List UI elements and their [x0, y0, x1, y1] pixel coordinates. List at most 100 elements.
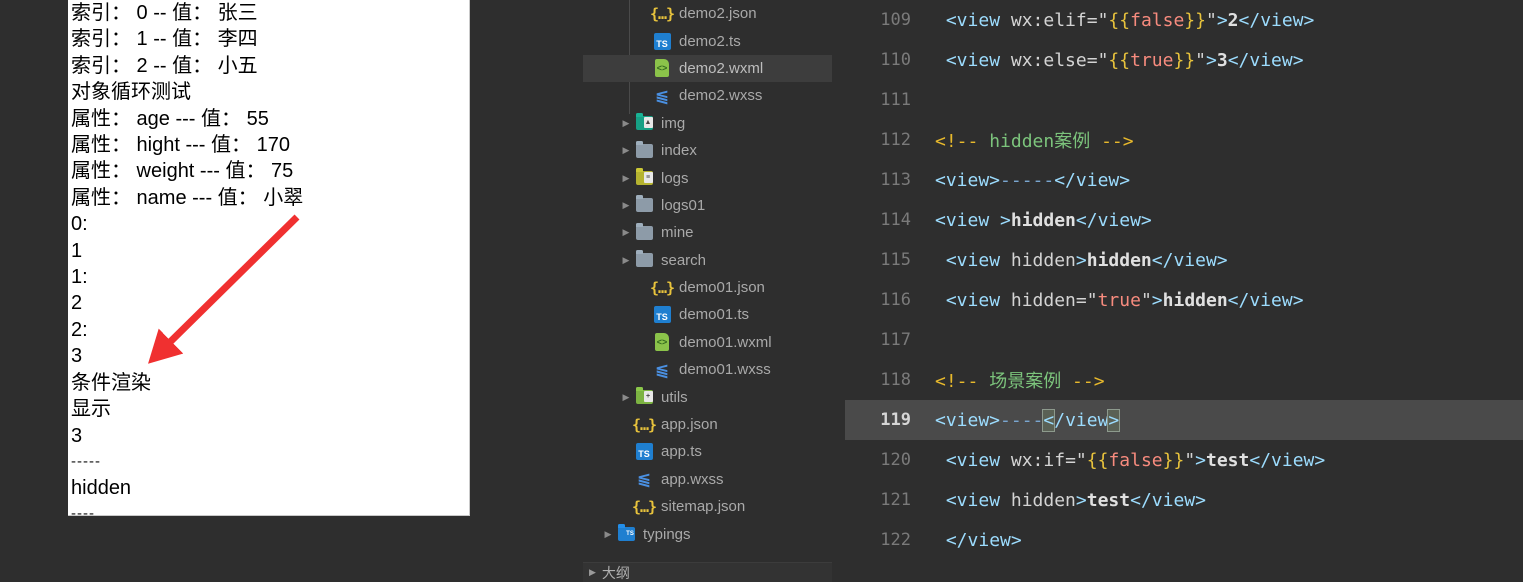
code-token: true: [1097, 289, 1141, 311]
code-token: {{: [1108, 9, 1131, 31]
code-line-text[interactable]: <view hidden="true">hidden</view>: [923, 290, 1304, 311]
file-tree-row-demo2-wxss[interactable]: ▶⫹demo2.wxss: [583, 82, 832, 109]
code-token: =: [1086, 9, 1098, 31]
line-number: 116: [880, 290, 911, 310]
file-tree-row-label: app.json: [661, 416, 718, 434]
code-line-text[interactable]: <view hidden>hidden</view>: [923, 250, 1228, 271]
file-tree-row-demo01-wxss[interactable]: ▶⫹demo01.wxss: [583, 356, 832, 383]
code-line-121[interactable]: 121 <view hidden>test</view>: [845, 480, 1523, 520]
code-line-120[interactable]: 120 <view wx:if="{{false}}">test</view>: [845, 440, 1523, 480]
simulator-output-line: 索引： 0 -- 值： 张三: [71, 2, 258, 24]
code-token: </view>: [1249, 449, 1326, 471]
code-token: {{: [1086, 449, 1109, 471]
wxss-icon: ⫹: [654, 359, 670, 380]
code-token: </view>: [1227, 289, 1304, 311]
code-token: {{: [1108, 49, 1131, 71]
code-token: </view>: [1054, 169, 1131, 191]
chevron-right-icon[interactable]: ▶: [619, 173, 633, 184]
code-line-117[interactable]: 117: [845, 320, 1523, 360]
code-token: >: [1151, 289, 1163, 311]
code-line-text[interactable]: <view wx:if="{{false}}">test</view>: [923, 450, 1325, 471]
file-tree-row-index[interactable]: ▶ index: [583, 137, 832, 164]
folder-image-icon: ▲: [633, 114, 655, 132]
file-tree-row-demo01-json[interactable]: ▶{…}demo01.json: [583, 274, 832, 301]
file-tree-row-demo01-ts[interactable]: ▶TSdemo01.ts: [583, 301, 832, 328]
file-tree-row-utils[interactable]: ▶ + utils: [583, 383, 832, 410]
chevron-right-icon[interactable]: ▶: [619, 392, 633, 403]
code-line-111[interactable]: 111: [845, 80, 1523, 120]
code-line-122[interactable]: 122 </view>: [845, 520, 1523, 560]
chevron-right-icon[interactable]: ▶: [619, 118, 633, 129]
chevron-right-icon[interactable]: ▶: [619, 227, 633, 238]
file-tree-row-app-wxss[interactable]: ▶⫹app.wxss: [583, 466, 832, 493]
code-token: ----: [1000, 409, 1044, 431]
code-line-text[interactable]: <view wx:else="{{true}}">3</view>: [923, 50, 1304, 71]
code-line-text[interactable]: <view>-----</view>: [923, 170, 1130, 191]
line-number: 121: [880, 490, 911, 510]
code-line-text[interactable]: <!-- 场景案例 -->: [923, 367, 1105, 393]
simulator-output-line: 条件渲染: [71, 371, 151, 394]
chevron-right-icon[interactable]: ▶: [619, 255, 633, 266]
code-line-text[interactable]: <view >hidden</view>: [923, 210, 1152, 231]
file-tree-row-demo2-wxml[interactable]: ▶<>demo2.wxml: [583, 54, 832, 83]
file-tree-row-app-ts[interactable]: ▶TSapp.ts: [583, 438, 832, 465]
line-number: 114: [880, 210, 911, 230]
code-token: test: [1206, 449, 1250, 471]
outline-panel-header[interactable]: ▶ 大纲: [583, 562, 832, 582]
code-line-text[interactable]: </view>: [923, 530, 1022, 551]
code-line-110[interactable]: 110 <view wx:else="{{true}}">3</view>: [845, 40, 1523, 80]
code-line-119[interactable]: 119 <view>----</view>: [845, 400, 1523, 440]
code-line-114[interactable]: 114 <view >hidden</view>: [845, 200, 1523, 240]
folder-log-icon: ≡: [633, 169, 655, 187]
code-line-109[interactable]: 109 <view wx:elif="{{false}}">2</view>: [845, 0, 1523, 40]
file-tree-row-demo2-ts[interactable]: ▶TSdemo2.ts: [583, 27, 832, 54]
file-tree-row-logs01[interactable]: ▶ logs01: [583, 192, 832, 219]
file-tree-row-search[interactable]: ▶ search: [583, 247, 832, 274]
code-line-116[interactable]: 116 <view hidden="true">hidden</view>: [845, 280, 1523, 320]
json-icon: {…}: [631, 497, 657, 516]
file-tree-row-app-json[interactable]: ▶{…}app.json: [583, 411, 832, 438]
line-number: 118: [880, 370, 911, 390]
file-tree-row-sitemap-json[interactable]: ▶{…}sitemap.json: [583, 493, 832, 520]
file-tree-row-demo01-wxml[interactable]: ▶<>demo01.wxml: [583, 329, 832, 356]
code-line-list[interactable]: 109 <view wx:elif="{{false}}">2</view> 11…: [845, 0, 1523, 560]
file-tree-row-label: demo2.json: [679, 5, 757, 23]
code-token: hidden: [1010, 289, 1076, 311]
file-tree-row-label: logs01: [661, 196, 706, 214]
simulator-output-line: 属性： age --- 值： 55: [71, 107, 269, 130]
code-line-text[interactable]: <view hidden>test</view>: [923, 490, 1206, 511]
file-explorer-panel[interactable]: ▶{…}demo2.json▶TSdemo2.ts▶<>demo2.wxml▶⫹…: [583, 0, 832, 582]
chevron-right-icon[interactable]: ▶: [589, 567, 596, 578]
file-tree-row-mine[interactable]: ▶ mine: [583, 219, 832, 246]
chevron-right-icon[interactable]: ▶: [619, 145, 633, 156]
file-tree-list[interactable]: ▶{…}demo2.json▶TSdemo2.ts▶<>demo2.wxml▶⫹…: [583, 0, 832, 548]
code-line-118[interactable]: 118 <!-- 场景案例 -->: [845, 360, 1523, 400]
line-number: 111: [880, 90, 911, 110]
code-token: </view>: [945, 529, 1022, 551]
code-line-text[interactable]: <view wx:elif="{{false}}">2</view>: [923, 9, 1315, 31]
simulator-preview-panel: 索引： 0 -- 值： 张三 索引： 1 -- 值： 李四 索引： 2 -- 值： …: [68, 0, 470, 516]
code-editor-panel[interactable]: 109 <view wx:elif="{{false}}">2</view> 11…: [845, 0, 1523, 582]
code-line-115[interactable]: 115 <view hidden>hidden</view>: [845, 240, 1523, 280]
code-line-113[interactable]: 113 <view>-----</view>: [845, 160, 1523, 200]
code-token: ": [1195, 49, 1206, 71]
file-tree-row-img[interactable]: ▶ ▲ img: [583, 110, 832, 137]
code-token: -->: [1101, 131, 1134, 152]
file-tree-row-demo2-json[interactable]: ▶{…}demo2.json: [583, 0, 832, 27]
folder-icon: [633, 142, 655, 160]
file-tree-row-typings[interactable]: ▶ TS typings: [583, 520, 832, 547]
simulator-output-line: 索引： 1 -- 值： 李四: [71, 28, 258, 51]
code-line-text[interactable]: <!-- hidden案例 -->: [923, 127, 1134, 153]
code-token: wx:elif: [1010, 9, 1087, 31]
file-tree-row-label: demo2.wxss: [679, 87, 763, 105]
code-line-112[interactable]: 112 <!-- hidden案例 -->: [845, 120, 1523, 160]
chevron-right-icon[interactable]: ▶: [619, 200, 633, 211]
chevron-right-icon[interactable]: ▶: [601, 529, 615, 540]
outline-panel-label: 大纲: [601, 564, 630, 581]
line-number: 115: [880, 250, 911, 270]
code-token: <view: [945, 49, 1011, 71]
code-line-text[interactable]: <view>----</view>: [923, 408, 1121, 432]
file-tree-row-logs[interactable]: ▶ ≡ logs: [583, 164, 832, 191]
